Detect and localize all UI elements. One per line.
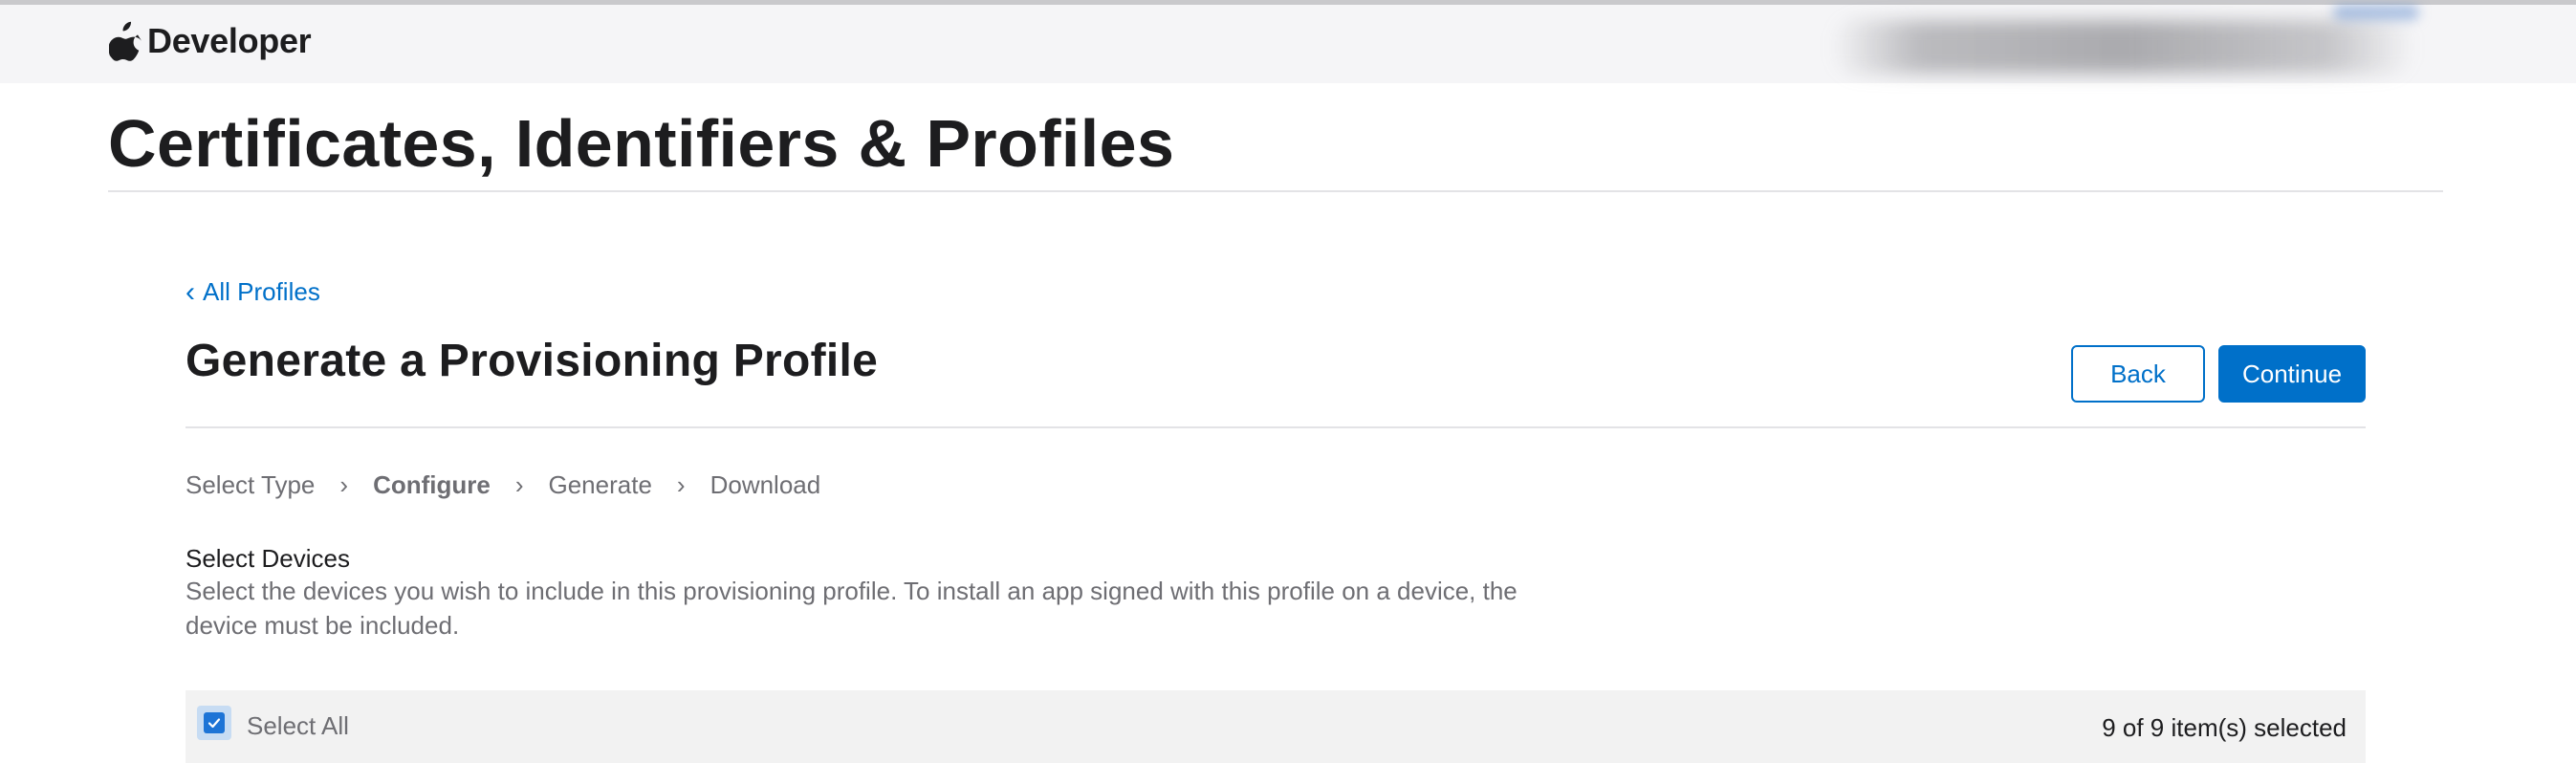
brand-label: Developer	[147, 21, 312, 60]
select-devices-description: Select the devices you wish to include i…	[186, 577, 1517, 640]
chevron-right-icon: ›	[339, 470, 349, 499]
global-nav: Developer	[0, 5, 2576, 83]
chevron-right-icon: ›	[514, 470, 524, 499]
divider	[186, 426, 2366, 428]
back-button[interactable]: Back	[2071, 345, 2205, 403]
chevron-left-icon: ‹	[186, 275, 195, 308]
all-profiles-label: All Profiles	[203, 277, 320, 306]
select-all-row: Select All 9 of 9 item(s) selected	[186, 690, 2366, 763]
step-configure: Configure	[373, 470, 491, 499]
continue-button[interactable]: Continue	[2218, 345, 2366, 403]
chevron-right-icon: ›	[676, 470, 686, 499]
select-all-label: Select All	[247, 711, 349, 740]
selected-count: 9 of 9 item(s) selected	[2102, 713, 2347, 742]
apple-logo-icon	[109, 21, 142, 61]
select-all-checkbox[interactable]	[197, 706, 231, 740]
account-menu[interactable]	[1831, 20, 2414, 74]
step-generate: Generate	[548, 470, 652, 499]
wizard-steps: Select Type › Configure › Generate › Dow…	[186, 470, 820, 500]
checkmark-icon	[207, 718, 221, 729]
divider	[108, 190, 2443, 192]
developer-home-link[interactable]: Developer	[109, 12, 312, 70]
page-title: Certificates, Identifiers & Profiles	[108, 106, 1175, 181]
checkbox-checked	[204, 712, 225, 733]
step-download: Download	[709, 470, 821, 499]
account-indicator	[2333, 5, 2419, 20]
section-title: Generate a Provisioning Profile	[186, 336, 879, 386]
all-profiles-link[interactable]: ‹ All Profiles	[186, 277, 320, 307]
step-select-type: Select Type	[186, 470, 316, 499]
select-devices-heading: Select Devices	[186, 544, 350, 573]
